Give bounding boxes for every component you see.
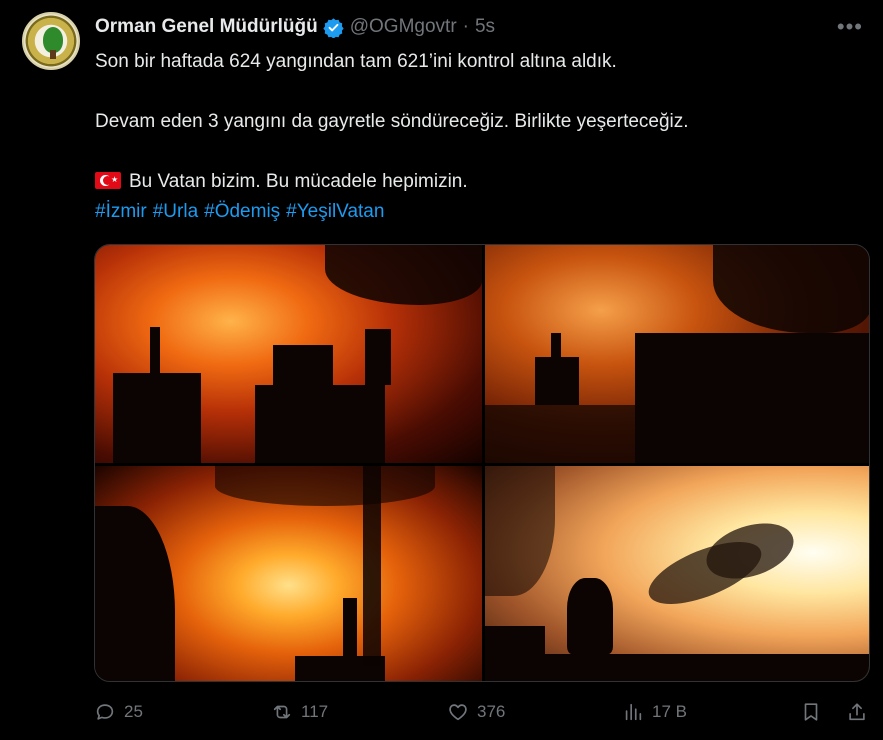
tweet-time[interactable]: 5s [475, 16, 495, 38]
tweet-line: Devam eden 3 yangını da gayretle söndüre… [95, 111, 689, 132]
reply-button[interactable]: 25 [94, 701, 143, 723]
wildfire-photo[interactable] [95, 245, 482, 463]
wildfire-photo[interactable] [485, 245, 869, 463]
hashtag-link[interactable]: #Urla [153, 201, 198, 222]
hashtag-link[interactable]: #Ödemiş [204, 201, 280, 222]
wildfire-photo[interactable] [95, 466, 482, 681]
views-icon [625, 703, 642, 721]
media-grid [94, 244, 870, 682]
like-button[interactable]: 376 [447, 701, 505, 723]
turkey-flag-icon: ★ [95, 172, 121, 189]
reply-count: 25 [124, 702, 143, 721]
repost-button[interactable]: 117 [271, 701, 328, 723]
bookmark-icon [804, 703, 818, 721]
hashtag-link[interactable]: #YeşilVatan [286, 201, 384, 222]
reply-icon [96, 704, 114, 720]
wildfire-photo[interactable] [485, 466, 869, 681]
action-bar: 25 117 376 17 B [94, 701, 870, 731]
tweet-line-text: Bu Vatan bizim. Bu mücadele hepimizin. [129, 171, 468, 192]
hashtag-list: #İzmir #Urla #Ödemiş #YeşilVatan [95, 197, 865, 227]
tweet-text: Son bir haftada 624 yangından tam 621’in… [95, 47, 865, 227]
tweet-line: ★ Bu Vatan bizim. Bu mücadele hepimizin. [95, 167, 865, 197]
more-icon[interactable]: ••• [837, 14, 863, 40]
hashtag-link[interactable]: #İzmir [95, 201, 147, 222]
bookmark-button[interactable] [800, 701, 822, 723]
repost-count: 117 [301, 702, 329, 721]
author-name[interactable]: Orman Genel Müdürlüğü [95, 16, 318, 38]
header-separator: · [462, 16, 469, 37]
views-count: 17 B [652, 702, 687, 721]
verified-badge-icon [323, 17, 344, 38]
like-count: 376 [477, 702, 506, 721]
avatar[interactable] [22, 12, 80, 70]
heart-icon [449, 704, 467, 721]
author-handle[interactable]: @OGMgovtr [350, 16, 457, 38]
share-icon [849, 703, 865, 721]
share-button[interactable] [846, 701, 868, 723]
views-button[interactable]: 17 B [622, 701, 687, 723]
tweet-header: Orman Genel Müdürlüğü @OGMgovtr · 5s ••• [95, 14, 863, 40]
repost-icon [273, 705, 291, 719]
tweet-line: Son bir haftada 624 yangından tam 621’in… [95, 51, 617, 72]
